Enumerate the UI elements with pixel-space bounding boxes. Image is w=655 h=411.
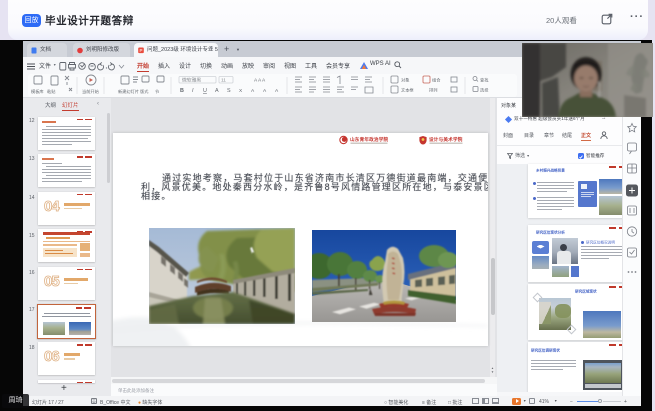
svg-text:选择: 选择 xyxy=(480,87,489,94)
svg-text:山东青年政治学院: 山东青年政治学院 xyxy=(350,136,389,143)
svg-text:U: U xyxy=(203,88,207,94)
svg-text:A: A xyxy=(215,88,219,94)
svg-text:模板库: 模板库 xyxy=(31,88,44,95)
svg-text:B: B xyxy=(180,88,184,94)
svg-text:P: P xyxy=(139,48,142,53)
svg-text:设计与美术学院: 设计与美术学院 xyxy=(429,136,463,143)
svg-text:A A A: A A A xyxy=(254,78,266,84)
svg-text:版式: 版式 xyxy=(140,88,149,95)
svg-text:组合: 组合 xyxy=(432,77,441,84)
svg-text:查找: 查找 xyxy=(480,77,489,84)
svg-text:当前开始: 当前开始 xyxy=(82,88,100,95)
svg-text:11: 11 xyxy=(221,78,226,84)
svg-text:排列: 排列 xyxy=(429,87,437,94)
svg-text:新建幻灯片: 新建幻灯片 xyxy=(118,88,139,95)
svg-text:S: S xyxy=(227,88,231,94)
svg-text:对象: 对象 xyxy=(401,77,409,83)
svg-text:粘贴: 粘贴 xyxy=(47,88,55,95)
svg-text:文本框: 文本框 xyxy=(401,87,414,94)
svg-text:微软雅黑: 微软雅黑 xyxy=(182,77,201,84)
